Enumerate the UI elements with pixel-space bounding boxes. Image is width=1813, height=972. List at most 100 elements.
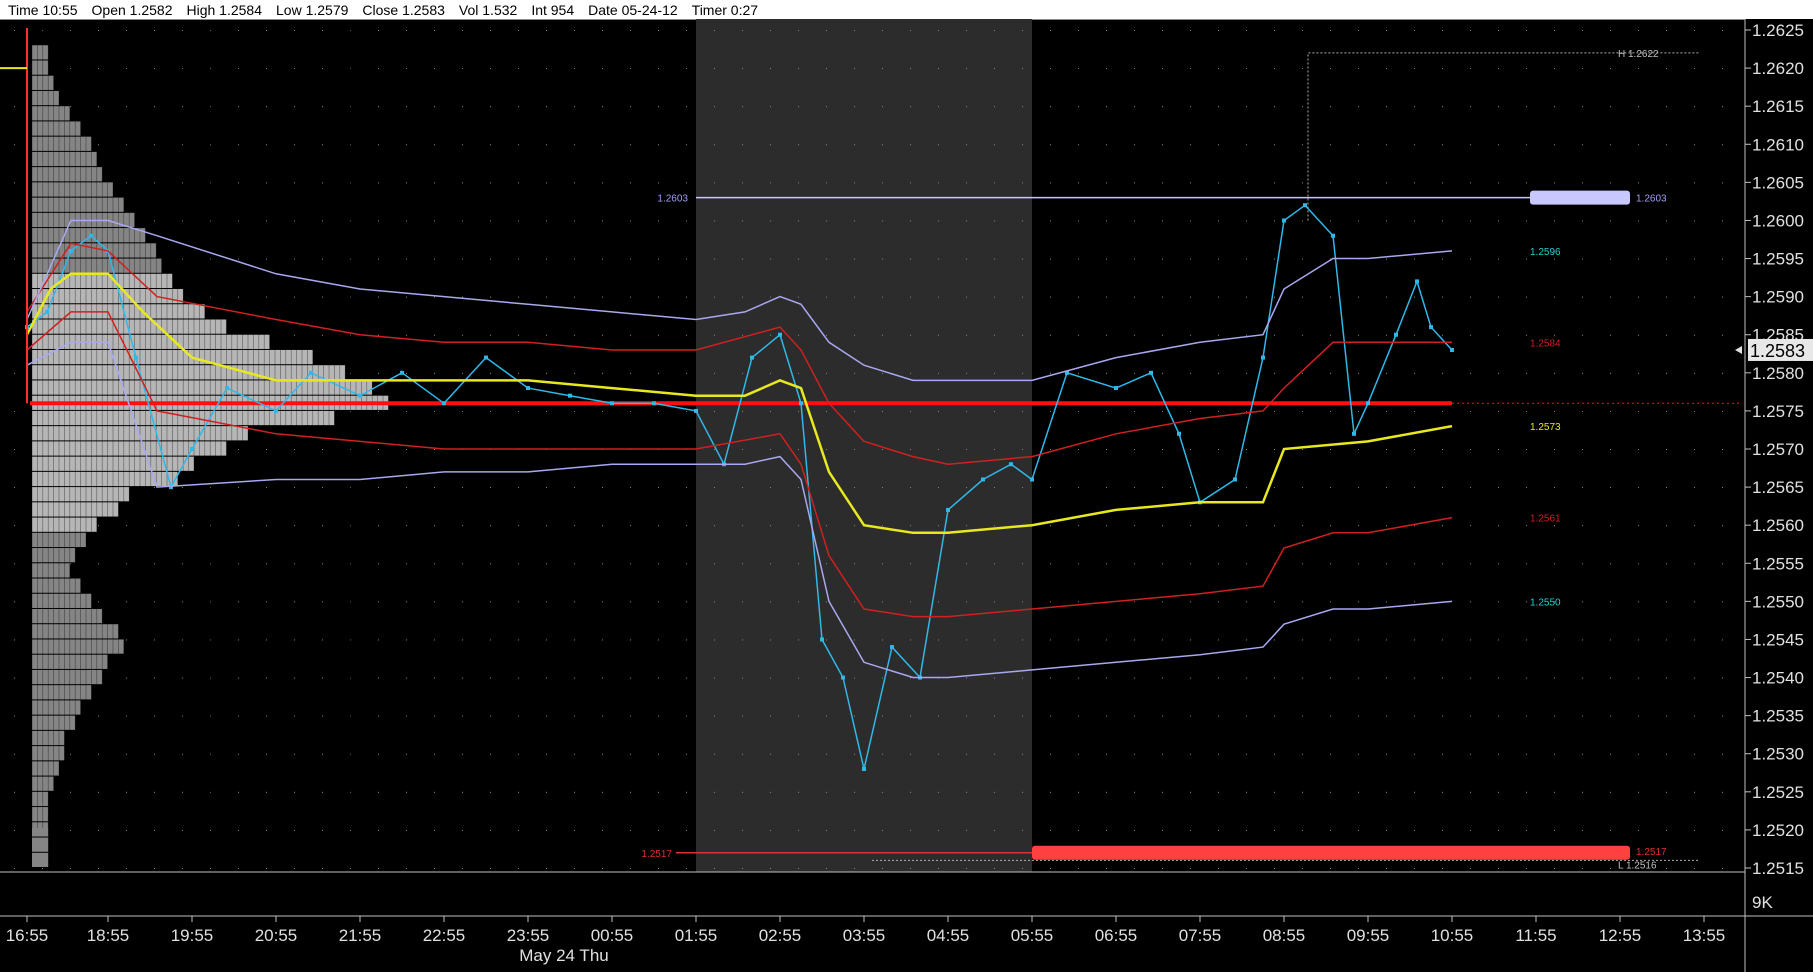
- grid-dot: [126, 68, 127, 70]
- grid-dot: [826, 106, 827, 108]
- grid-dot: [1610, 639, 1611, 641]
- grid-dot: [154, 601, 155, 603]
- grid-dot: [826, 220, 827, 222]
- grid-dot: [686, 296, 687, 298]
- grid-dot: [602, 106, 603, 108]
- grid-dot: [1666, 791, 1667, 793]
- grid-dot: [1134, 715, 1135, 717]
- grid-dot: [1190, 30, 1191, 31]
- grid-dot: [406, 220, 407, 222]
- grid-dot: [1358, 182, 1359, 184]
- grid-dot: [518, 639, 519, 641]
- grid-dot: [658, 258, 659, 260]
- price-point: [484, 355, 488, 360]
- grid-dot: [602, 563, 603, 565]
- grid-dot: [1190, 449, 1191, 450]
- grid-dot: [938, 525, 939, 527]
- price-point: [1450, 347, 1454, 352]
- grid-dot: [910, 677, 911, 679]
- grid-dot: [714, 715, 715, 717]
- grid-dot: [574, 258, 575, 260]
- grid-dot: [1722, 68, 1723, 70]
- grid-dot: [14, 296, 15, 298]
- grid-dot: [686, 410, 687, 412]
- grid-dot: [490, 68, 491, 70]
- grid-dot: [826, 410, 827, 412]
- grid-dot: [1218, 525, 1219, 527]
- grid-dot: [1694, 106, 1695, 108]
- grid-dot: [630, 258, 631, 260]
- grid-dot: [742, 487, 743, 489]
- grid-dot: [714, 220, 715, 222]
- grid-dot: [1078, 487, 1079, 489]
- grid-dot: [1694, 296, 1695, 298]
- grid-dot: [518, 106, 519, 108]
- grid-dot: [518, 753, 519, 755]
- grid-dot: [1358, 220, 1359, 222]
- grid-dot: [1330, 791, 1331, 793]
- grid-dot: [994, 563, 995, 565]
- grid-dot: [1414, 715, 1415, 717]
- grid-dot: [14, 715, 15, 717]
- grid-dot: [1302, 487, 1303, 489]
- grid-dot: [1666, 829, 1667, 831]
- grid-dot: [14, 753, 15, 755]
- grid-dot: [406, 791, 407, 793]
- grid-dot: [1246, 296, 1247, 298]
- grid-dot: [294, 563, 295, 565]
- x-tick-label: 05:55: [1011, 926, 1054, 945]
- grid-dot: [966, 753, 967, 755]
- grid-dot: [1274, 106, 1275, 108]
- grid-dot: [1106, 487, 1107, 489]
- grid-dot: [1414, 601, 1415, 603]
- grid-dot: [1246, 601, 1247, 603]
- grid-dot: [1470, 182, 1471, 184]
- grid-dot: [1414, 410, 1415, 412]
- grid-dot: [574, 563, 575, 565]
- grid-dot: [1386, 296, 1387, 298]
- grid-dot: [266, 30, 267, 31]
- grid-dot: [826, 296, 827, 298]
- price-chart[interactable]: 1.2603 1.2603 1.2517 1.2517 H 1.2622 L 1.2516…: [0, 19, 1813, 972]
- grid-dot: [1050, 410, 1051, 412]
- grid-dot: [1582, 639, 1583, 641]
- grid-dot: [154, 182, 155, 184]
- grid-dot: [910, 639, 911, 641]
- grid-dot: [1218, 334, 1219, 336]
- profile-bar: [32, 822, 49, 837]
- grid-dot: [126, 639, 127, 641]
- grid-dot: [1638, 106, 1639, 108]
- grid-dot: [1246, 525, 1247, 527]
- grid-dot: [1442, 639, 1443, 641]
- grid-dot: [322, 639, 323, 641]
- grid-dot: [1414, 677, 1415, 679]
- grid-dot: [714, 868, 715, 869]
- grid-dot: [602, 868, 603, 869]
- x-tick-label: 07:55: [1179, 926, 1222, 945]
- grid-dot: [238, 829, 239, 831]
- grid-dot: [1106, 30, 1107, 31]
- grid-dot: [238, 525, 239, 527]
- grid-dot: [266, 487, 267, 489]
- profile-bar: [32, 807, 49, 822]
- grid-dot: [434, 829, 435, 831]
- grid-dot: [434, 715, 435, 717]
- grid-dot: [1386, 334, 1387, 336]
- grid-dot: [686, 68, 687, 70]
- profile-bar: [32, 243, 157, 258]
- grid-dot: [1666, 296, 1667, 298]
- grid-dot: [1470, 30, 1471, 31]
- grid-dot: [378, 753, 379, 755]
- grid-dot: [1414, 144, 1415, 146]
- x-tick-label: 19:55: [171, 926, 214, 945]
- grid-dot: [14, 220, 15, 222]
- grid-dot: [1274, 601, 1275, 603]
- grid-dot: [770, 182, 771, 184]
- grid-dot: [602, 68, 603, 70]
- grid-dot: [154, 868, 155, 869]
- grid-dot: [966, 449, 967, 450]
- grid-dot: [1582, 449, 1583, 450]
- grid-dot: [742, 677, 743, 679]
- grid-dot: [1190, 868, 1191, 869]
- grid-dot: [14, 525, 15, 527]
